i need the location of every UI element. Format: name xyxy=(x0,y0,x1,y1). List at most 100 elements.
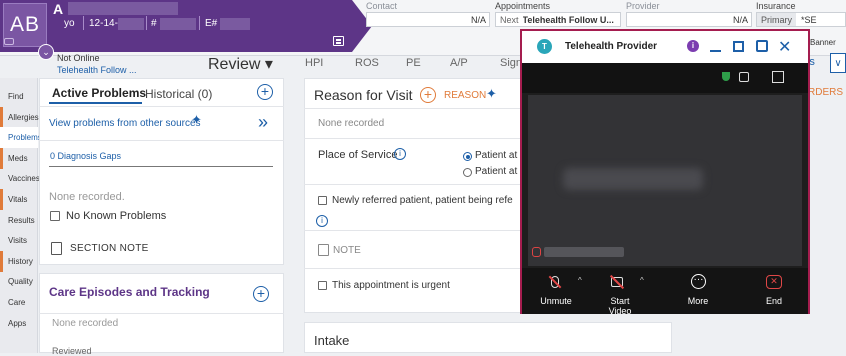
view-other-sources-link[interactable]: View problems from other sources xyxy=(49,118,201,129)
problems-empty-text: None recorded. xyxy=(49,191,125,203)
more-button[interactable]: More xyxy=(683,296,713,306)
note-button[interactable]: NOTE xyxy=(333,245,361,256)
care-episodes-title: Care Episodes and Tracking xyxy=(49,285,210,299)
sidebar-item-problems[interactable]: Problems xyxy=(0,127,42,149)
note-icon[interactable] xyxy=(318,244,329,256)
divider xyxy=(199,16,200,30)
sidebar-item-find[interactable]: Find xyxy=(0,86,38,107)
sidebar-item-vaccines[interactable]: Vaccines xyxy=(0,168,40,189)
sparkle-icon[interactable]: ✦ xyxy=(486,86,497,102)
camera-icon[interactable] xyxy=(4,38,14,45)
care-empty-text: None recorded xyxy=(52,318,119,329)
end-button[interactable]: End xyxy=(763,296,785,306)
sidebar-item-meds[interactable]: Meds xyxy=(0,147,38,169)
chevron-down-icon[interactable]: ⌄ xyxy=(38,44,54,60)
info-icon[interactable]: i xyxy=(687,40,699,52)
chevron-up-icon[interactable]: ^ xyxy=(578,276,582,285)
divider xyxy=(304,268,544,269)
sidebar-item-visits[interactable]: Visits xyxy=(0,230,38,251)
maximize-icon[interactable] xyxy=(733,41,744,52)
reason-button[interactable]: REASON xyxy=(444,90,486,101)
more-icon[interactable]: ··· xyxy=(691,274,706,289)
intake-title: Intake xyxy=(314,333,350,348)
tab-active-problems[interactable]: Active Problems xyxy=(52,86,146,100)
provider-field[interactable]: N/A xyxy=(626,12,752,27)
section-note-button[interactable]: SECTION NOTE xyxy=(70,243,149,254)
divider xyxy=(39,313,284,314)
tab-review[interactable]: Review ▾ xyxy=(208,54,273,74)
sparkle-icon[interactable]: ✦ xyxy=(191,112,202,128)
tab-sign[interactable]: Sign xyxy=(500,57,522,69)
participant-label-redacted xyxy=(544,247,624,257)
chevron-up-icon[interactable]: ^ xyxy=(640,276,644,285)
sidebar-item-history[interactable]: History xyxy=(0,250,38,272)
tab-pe[interactable]: PE xyxy=(406,57,421,69)
double-chevron-right-icon[interactable]: » xyxy=(258,112,268,133)
divider xyxy=(304,184,544,185)
provider-value: N/A xyxy=(732,14,748,25)
telehealth-appointment-link[interactable]: Telehealth Follow ... xyxy=(57,65,137,75)
participant-name-blurred xyxy=(563,168,703,190)
sidebar-item-quality[interactable]: Quality xyxy=(0,271,38,292)
newly-referred-label[interactable]: Newly referred patient, patient being re… xyxy=(332,195,513,206)
contact-value: N/A xyxy=(470,14,486,25)
sidebar-item-allergies[interactable]: Allergies xyxy=(0,106,39,128)
newly-referred-checkbox[interactable] xyxy=(318,196,327,205)
info-icon[interactable]: i xyxy=(316,215,328,227)
add-problem-button[interactable]: + xyxy=(257,84,273,100)
sidebar-item-apps[interactable]: Apps xyxy=(0,313,38,334)
patient-age: yo xyxy=(64,18,75,29)
orders-link[interactable]: RDERS xyxy=(808,87,843,98)
patient-name: A xyxy=(53,1,64,17)
insurance-field[interactable]: Primary *SE xyxy=(756,12,846,27)
place-of-service-option-2[interactable]: Patient at xyxy=(475,166,517,177)
add-reason-icon[interactable]: + xyxy=(420,87,436,103)
sidebar-item-care[interactable]: Care xyxy=(0,292,38,313)
urgent-checkbox[interactable] xyxy=(318,281,327,290)
appointment-field[interactable]: Next Telehealth Follow U... xyxy=(495,12,621,27)
contact-field[interactable]: N/A xyxy=(366,12,490,27)
online-status: Not Online xyxy=(57,53,100,63)
video-topbar xyxy=(522,63,808,93)
sidebar-item-vitals[interactable]: Vitals xyxy=(0,189,38,210)
info-icon[interactable]: i xyxy=(394,148,406,160)
divider xyxy=(39,140,284,141)
intake-panel xyxy=(304,322,672,353)
diagnosis-gaps-link[interactable]: 0 Diagnosis Gaps xyxy=(50,151,121,161)
minimize-icon[interactable] xyxy=(710,50,721,52)
insurance-primary-label: Primary xyxy=(757,13,796,26)
chevron-down-icon[interactable]: ∨ xyxy=(830,53,846,73)
video-controls-bar xyxy=(522,268,808,314)
tab-ros[interactable]: ROS xyxy=(355,57,379,69)
redacted-name xyxy=(68,2,178,15)
patient-dob: 12-14- xyxy=(89,18,118,29)
sidebar-item-results[interactable]: Results xyxy=(0,210,38,231)
unmute-button[interactable]: Unmute xyxy=(536,296,576,306)
tab-hpi[interactable]: HPI xyxy=(305,57,323,69)
start-video-button[interactable]: Start Video xyxy=(598,296,642,316)
place-of-service-radio-1[interactable] xyxy=(463,152,472,161)
divider xyxy=(39,106,284,107)
view-layout-icon[interactable] xyxy=(739,72,749,82)
end-call-icon[interactable]: ✕ xyxy=(766,275,782,289)
urgent-label[interactable]: This appointment is urgent xyxy=(332,280,450,291)
tab-ap[interactable]: A/P xyxy=(450,57,468,69)
add-care-episode-button[interactable]: + xyxy=(253,286,269,302)
place-of-service-radio-2[interactable] xyxy=(463,168,472,177)
divider xyxy=(304,108,544,109)
fullscreen-icon[interactable] xyxy=(772,71,784,83)
place-of-service-option-1[interactable]: Patient at xyxy=(475,150,517,161)
telehealth-logo-icon: T xyxy=(537,39,552,54)
no-known-problems-label[interactable]: No Known Problems xyxy=(66,210,166,222)
note-icon[interactable] xyxy=(51,242,62,255)
tab-historical-problems[interactable]: Historical (0) xyxy=(145,87,212,101)
encounter-id: E# xyxy=(205,18,218,29)
close-icon[interactable]: ✕ xyxy=(778,37,791,57)
redacted-encounter xyxy=(220,18,250,30)
popout-icon[interactable] xyxy=(756,40,768,52)
no-known-problems-checkbox[interactable] xyxy=(50,211,60,221)
banner-label[interactable]: Banner xyxy=(810,38,836,47)
edit-icon[interactable] xyxy=(333,36,344,46)
active-tab-indicator xyxy=(49,102,142,104)
divider xyxy=(83,16,84,30)
